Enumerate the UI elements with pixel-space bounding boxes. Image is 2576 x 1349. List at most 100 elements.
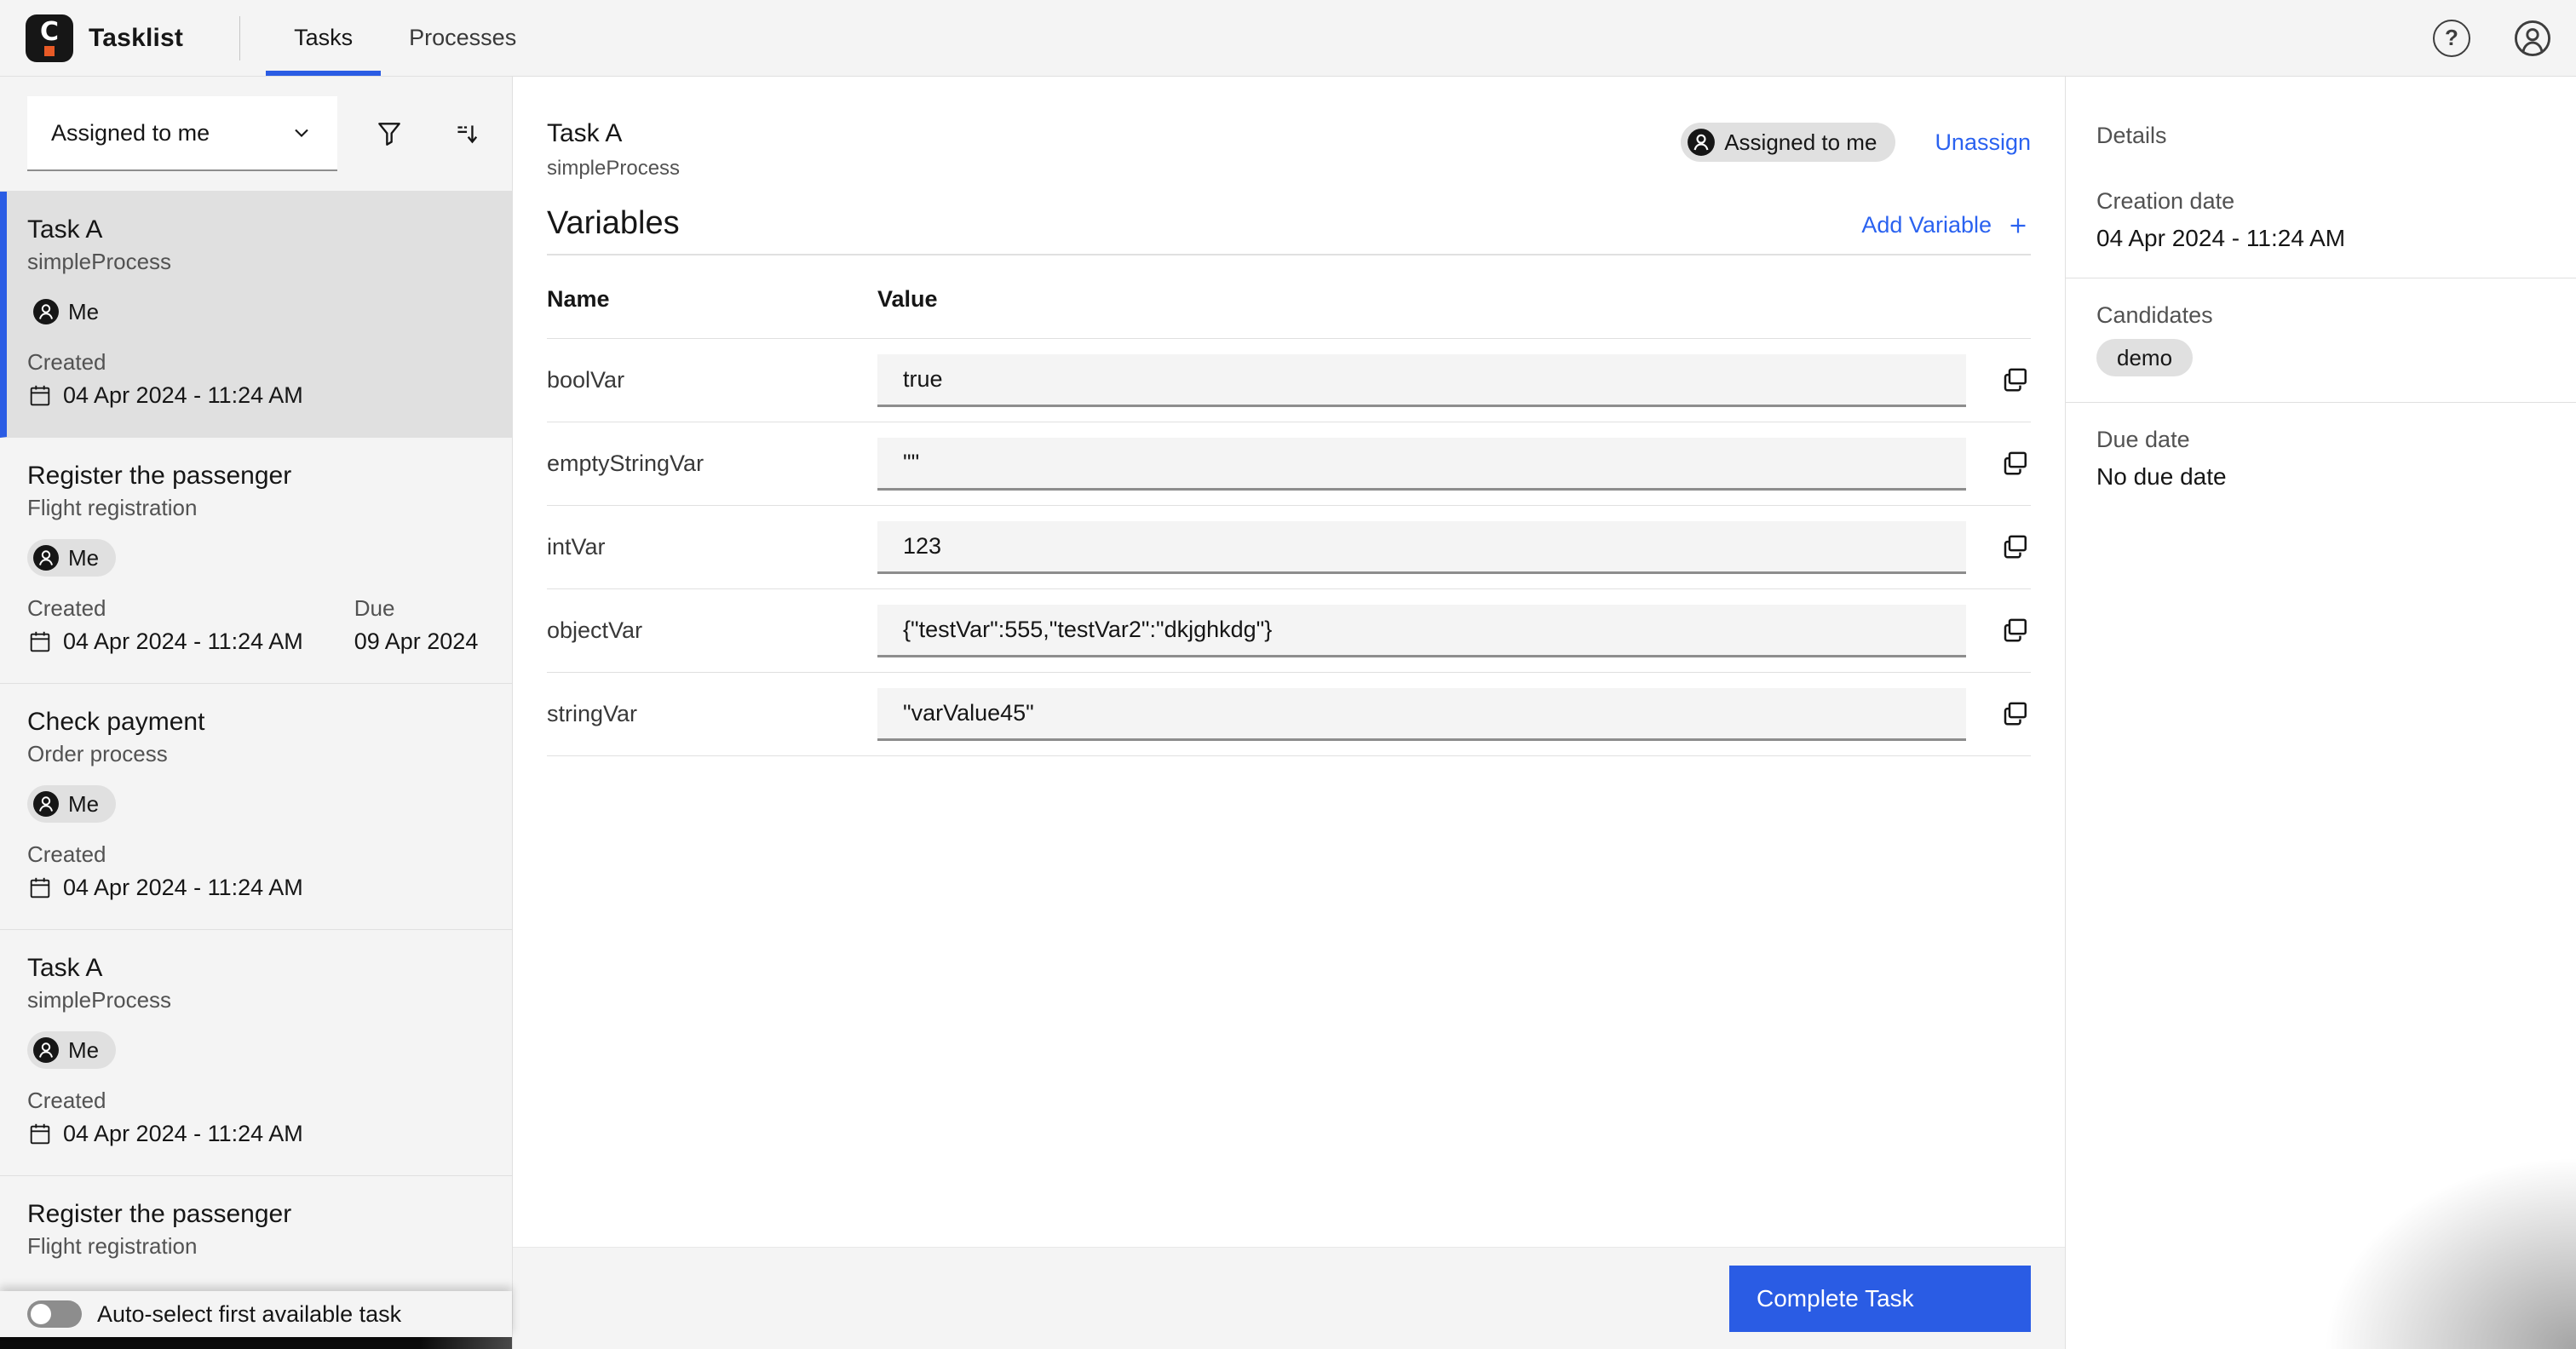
filter-funnel-icon — [378, 123, 400, 146]
main-nav-tabs: Tasks Processes — [266, 0, 544, 76]
due-date-label: Due date — [2096, 427, 2190, 452]
header-actions: ? — [2433, 0, 2576, 76]
variable-value-input[interactable] — [877, 437, 1966, 491]
task-list-item[interactable]: Register the passenger Flight registrati… — [0, 438, 512, 684]
task-list-item[interactable]: Register the passenger Flight registrati… — [0, 1176, 512, 1291]
due-date: 09 Apr 2024 — [354, 629, 479, 654]
calendar-icon — [30, 631, 50, 652]
assigned-to-me-badge: Assigned to me — [1681, 123, 1896, 162]
created-date: 04 Apr 2024 - 11:24 AM — [63, 875, 303, 900]
copy-variable-button[interactable] — [1997, 614, 2031, 648]
variable-value-input[interactable] — [877, 604, 1966, 657]
copy-variable-button[interactable] — [1997, 697, 2031, 732]
sort-button[interactable] — [451, 119, 480, 148]
copy-variable-button[interactable] — [1997, 364, 2031, 398]
assignee-badge: Me — [27, 293, 117, 330]
task-title: Task A — [27, 954, 103, 982]
task-detail-panel: Task A simpleProcess Assigned to me Unas… — [513, 77, 2065, 1349]
app-header: C Tasklist Tasks Processes ? — [0, 0, 2576, 77]
task-detail-process: simpleProcess — [547, 157, 681, 180]
variable-name: emptyStringVar — [547, 422, 877, 506]
header-divider — [239, 15, 241, 60]
details-panel: Details Creation date 04 Apr 2024 - 11:2… — [2065, 77, 2576, 1349]
copy-icon — [2004, 368, 2027, 391]
calendar-icon — [30, 1123, 50, 1144]
variable-name: objectVar — [547, 588, 877, 673]
task-detail-header: Task A simpleProcess Assigned to me Unas… — [547, 118, 2031, 181]
corner-shade — [2066, 991, 2576, 1349]
copy-icon — [2004, 702, 2027, 725]
task-process: simpleProcess — [27, 249, 172, 274]
created-block: Created 04 Apr 2024 - 11:24 AM — [27, 595, 303, 654]
candidate-badge: demo — [2096, 339, 2194, 376]
task-title: Register the passenger — [27, 462, 292, 490]
column-header-name: Name — [547, 255, 877, 339]
variables-heading: Variables — [547, 205, 680, 241]
created-date: 04 Apr 2024 - 11:24 AM — [63, 382, 303, 408]
variable-value-input[interactable] — [877, 353, 1966, 407]
task-process: Flight registration — [27, 495, 198, 520]
task-filter-dropdown[interactable]: Assigned to me — [27, 96, 337, 171]
task-detail-title: Task A — [547, 119, 623, 147]
tab-tasks[interactable]: Tasks — [266, 0, 382, 76]
calendar-icon — [30, 877, 50, 898]
created-block: Created 04 Apr 2024 - 11:24 AM — [27, 349, 303, 408]
task-title: Task A — [27, 215, 103, 244]
sort-descending-icon — [457, 125, 478, 144]
tab-processes[interactable]: Processes — [381, 0, 544, 76]
task-footer: Complete Task — [513, 1247, 2065, 1349]
user-avatar-icon — [33, 545, 59, 571]
autoselect-toggle[interactable] — [27, 1300, 82, 1328]
variable-value-input[interactable] — [877, 687, 1966, 741]
creation-date-value: 04 Apr 2024 - 11:24 AM — [2096, 225, 2346, 251]
variable-name: stringVar — [547, 672, 877, 756]
user-profile-icon[interactable] — [2513, 19, 2552, 58]
filter-button[interactable] — [375, 119, 404, 148]
plus-icon — [2010, 218, 2026, 232]
task-filter-value: Assigned to me — [51, 119, 210, 146]
assignee-badge: Me — [27, 785, 117, 823]
created-block: Created 04 Apr 2024 - 11:24 AM — [27, 1088, 303, 1146]
assignee-badge: Me — [27, 539, 117, 577]
due-date-value: No due date — [2096, 463, 2227, 490]
assignee-badge: Me — [27, 1031, 117, 1069]
add-variable-button[interactable]: Add Variable — [1861, 212, 2031, 238]
task-list-sidebar: Assigned to me Task A simpleProcess Me C… — [0, 77, 513, 1349]
task-process: simpleProcess — [27, 987, 172, 1013]
copy-icon — [2004, 535, 2027, 558]
bottom-edge-strip — [0, 1337, 512, 1349]
autoselect-label: Auto-select first available task — [97, 1300, 402, 1327]
creation-date-label: Creation date — [2096, 188, 2235, 214]
calendar-icon — [30, 385, 50, 405]
user-avatar-icon — [33, 791, 59, 817]
tasklist-app: C Tasklist Tasks Processes ? Assigned to… — [0, 0, 2576, 1349]
variable-name: intVar — [547, 505, 877, 589]
task-list-item[interactable]: Task A simpleProcess Me Created 04 Apr 2… — [0, 192, 512, 438]
autoselect-bar: Auto-select first available task — [0, 1291, 512, 1337]
copy-icon — [2004, 618, 2027, 641]
variable-row: stringVar — [547, 672, 2031, 756]
unassign-button[interactable]: Unassign — [1935, 129, 2031, 156]
copy-icon — [2004, 451, 2027, 474]
task-list-item[interactable]: Check payment Order process Me Created 0… — [0, 684, 512, 930]
column-header-value: Value — [877, 255, 2031, 339]
help-icon[interactable]: ? — [2433, 19, 2470, 57]
copy-variable-button[interactable] — [1997, 447, 2031, 481]
user-avatar-icon — [33, 299, 59, 324]
complete-task-button[interactable]: Complete Task — [1729, 1265, 2031, 1332]
created-date: 04 Apr 2024 - 11:24 AM — [63, 629, 303, 654]
chevron-down-icon — [295, 129, 308, 137]
created-date: 04 Apr 2024 - 11:24 AM — [63, 1121, 303, 1146]
camunda-logo: C — [26, 14, 73, 62]
variable-row: intVar — [547, 505, 2031, 589]
logo-orange-square — [44, 45, 55, 56]
filter-bar: Assigned to me — [0, 77, 512, 191]
due-block: Due 09 Apr 2024 — [354, 595, 479, 654]
user-avatar-icon — [33, 1037, 59, 1063]
task-title: Check payment — [27, 708, 205, 736]
variable-row: emptyStringVar — [547, 422, 2031, 506]
copy-variable-button[interactable] — [1997, 531, 2031, 565]
variable-value-input[interactable] — [877, 520, 1966, 574]
task-list-item[interactable]: Task A simpleProcess Me Created 04 Apr 2… — [0, 930, 512, 1176]
created-block: Created 04 Apr 2024 - 11:24 AM — [27, 841, 303, 900]
